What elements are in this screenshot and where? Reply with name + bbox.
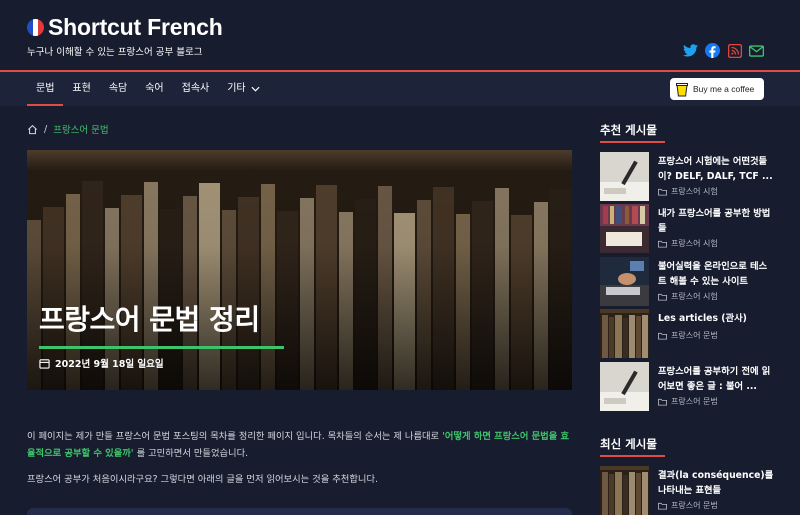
post-category-label: 프랑스어 시험: [671, 239, 718, 248]
site-title[interactable]: Shortcut French: [48, 14, 223, 41]
post-category-label: 프랑스어 문법: [671, 501, 718, 510]
post-title[interactable]: 내가 프랑스어를 공부한 방법들: [658, 206, 775, 236]
home-icon[interactable]: [27, 124, 38, 135]
hero-image: 프랑스어 문법 정리 2022년 9월 18일 일요일: [27, 150, 572, 390]
post-category-label: 프랑스어 시험: [671, 292, 718, 301]
recommended-heading: 추천 게시물: [600, 123, 657, 137]
latest-heading-underline: [600, 455, 665, 457]
post-category-label: 프랑스어 문법: [671, 397, 718, 406]
chevron-down-icon: [251, 86, 260, 92]
calendar-icon: [39, 358, 50, 369]
recommend-paragraph: 프랑스어 공부가 처음이시라구요? 그렇다면 아래의 글을 먼저 읽어보시는 것…: [27, 474, 378, 485]
post-title[interactable]: 프랑스어 시험에는 어떤것들이? DELF, DALF, TCF ...: [658, 154, 775, 184]
site-logo[interactable]: Shortcut French: [27, 14, 223, 41]
nav-item-grammar[interactable]: 문법: [27, 72, 64, 106]
nav-item-expressions[interactable]: 표현: [63, 72, 99, 106]
post-title[interactable]: Les articles (관사): [658, 311, 775, 326]
recommended-post[interactable]: Les articles (관사) 프랑스어 문법: [600, 309, 775, 359]
post-thumbnail[interactable]: [600, 466, 649, 515]
rss-icon[interactable]: [727, 43, 742, 58]
nav-item-conjunctions[interactable]: 접속사: [173, 72, 219, 106]
post-category-label: 프랑스어 문법: [671, 331, 718, 340]
nav-item-label: 기타: [227, 83, 246, 94]
breadcrumb: / 프랑스어 문법: [27, 122, 109, 136]
folder-icon: [658, 293, 667, 301]
nav-item-label: 표현: [72, 83, 91, 94]
linked-post-card[interactable]: [27, 508, 572, 515]
nav-item-idioms[interactable]: 숙어: [136, 72, 172, 106]
post-thumbnail[interactable]: [600, 362, 649, 411]
title-underline: [39, 346, 284, 349]
intro-paragraph: 이 페이지는 제가 만들 프랑스어 문법 포스팅의 목차를 정리한 페이지 입니…: [27, 428, 572, 462]
recommended-post[interactable]: 프랑스어 시험에는 어떤것들이? DELF, DALF, TCF ... 프랑스…: [600, 152, 775, 202]
nav-item-more[interactable]: 기타: [218, 72, 268, 106]
recommended-post[interactable]: 불어실력을 온라인으로 테스트 해볼 수 있는 사이트 프랑스어 시험: [600, 257, 775, 307]
mail-icon[interactable]: [749, 43, 764, 58]
coffee-cup-icon: [676, 82, 688, 96]
intro-text: 이 페이지는 제가 만들 프랑스어 문법 포스팅의 목차를 정리한 페이지 입니…: [27, 431, 443, 442]
post-category[interactable]: 프랑스어 시험: [658, 291, 718, 302]
nav-item-label: 숙어: [145, 83, 164, 94]
post-category-label: 프랑스어 시험: [671, 187, 718, 196]
intro-text-end: 를 고민하면서 만들었습니다.: [133, 448, 249, 459]
nav-item-proverbs[interactable]: 속담: [100, 72, 136, 106]
recommended-post[interactable]: 내가 프랑스어를 공부한 방법들 프랑스어 시험: [600, 204, 775, 254]
social-links: [683, 43, 764, 58]
post-thumbnail[interactable]: [600, 152, 649, 201]
french-flag-icon: [27, 19, 44, 36]
nav-item-label: 속담: [108, 83, 128, 94]
post-thumbnail[interactable]: [600, 309, 649, 358]
latest-heading: 최신 게시물: [600, 437, 657, 451]
coffee-label: Buy me a coffee: [693, 84, 755, 94]
post-date-text: 2022년 9월 18일 일요일: [55, 359, 164, 370]
breadcrumb-separator: /: [44, 123, 48, 135]
nav-item-label: 문법: [36, 83, 55, 94]
folder-icon: [658, 502, 667, 510]
post-title[interactable]: 결과(la conséquence)를 나타내는 표현들: [658, 468, 775, 498]
nav-item-label: 접속사: [181, 83, 210, 94]
page-title: 프랑스어 문법 정리: [39, 303, 260, 336]
post-title[interactable]: 불어실력을 온라인으로 테스트 해볼 수 있는 사이트: [658, 259, 775, 289]
post-category[interactable]: 프랑스어 문법: [658, 396, 718, 407]
recommended-post[interactable]: 프랑스어를 공부하기 전에 읽어보면 좋은 글 : 불어 ... 프랑스어 문법: [600, 362, 775, 412]
breadcrumb-current[interactable]: 프랑스어 문법: [53, 122, 108, 136]
folder-icon: [658, 188, 667, 196]
site-header: Shortcut French 누구나 이해할 수 있는 프랑스어 공부 블로그: [0, 0, 800, 70]
folder-icon: [658, 240, 667, 248]
folder-icon: [658, 398, 667, 406]
post-category[interactable]: 프랑스어 문법: [658, 500, 718, 511]
post-category[interactable]: 프랑스어 시험: [658, 238, 718, 249]
post-thumbnail[interactable]: [600, 257, 649, 306]
buy-me-a-coffee-button[interactable]: Buy me a coffee: [670, 78, 764, 100]
facebook-icon[interactable]: [705, 43, 720, 58]
post-title[interactable]: 프랑스어를 공부하기 전에 읽어보면 좋은 글 : 불어 ...: [658, 364, 775, 394]
folder-icon: [658, 332, 667, 340]
post-category[interactable]: 프랑스어 시험: [658, 186, 718, 197]
site-tagline: 누구나 이해할 수 있는 프랑스어 공부 블로그: [27, 47, 203, 58]
recommended-heading-underline: [600, 141, 665, 143]
post-date: 2022년 9월 18일 일요일: [39, 356, 164, 370]
post-category[interactable]: 프랑스어 문법: [658, 330, 718, 341]
twitter-icon[interactable]: [683, 43, 698, 58]
post-thumbnail[interactable]: [600, 204, 649, 253]
latest-post[interactable]: 결과(la conséquence)를 나타내는 표현들 프랑스어 문법: [600, 466, 775, 515]
